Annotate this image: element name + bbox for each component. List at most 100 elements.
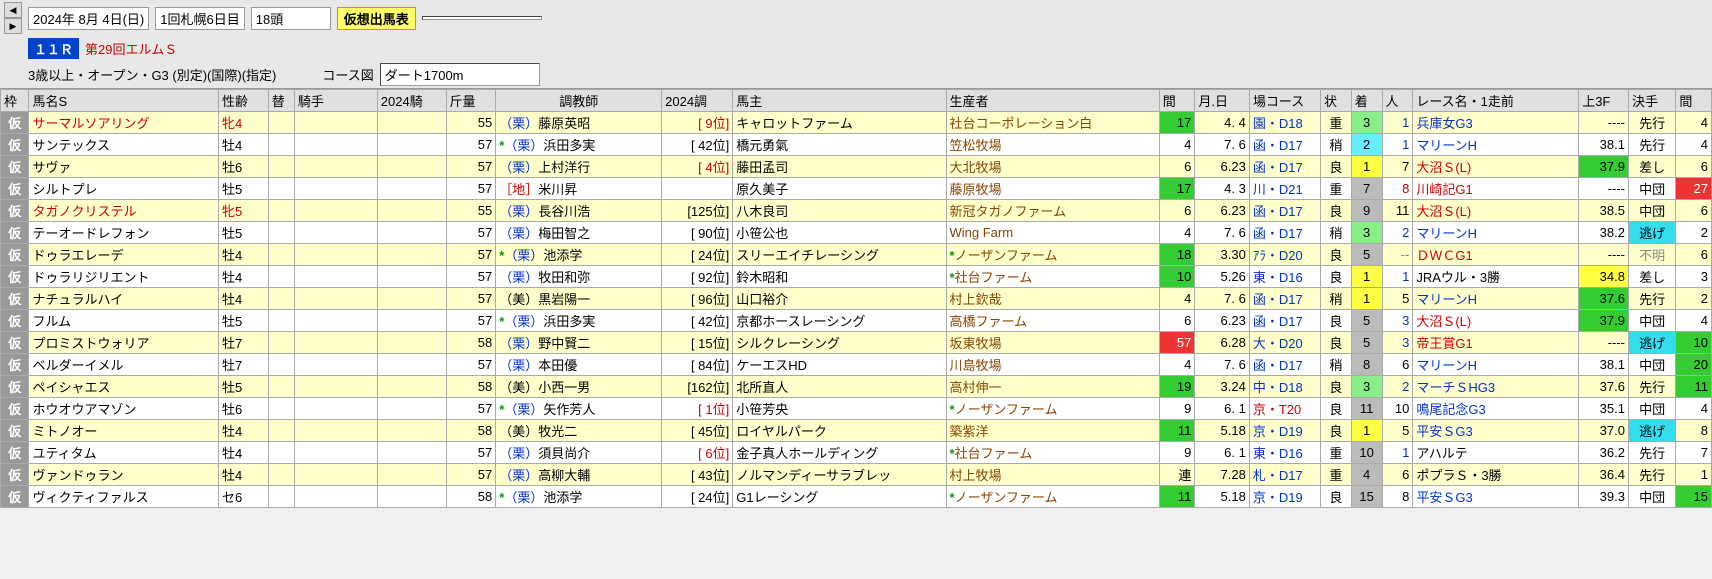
nav-arrows: ◀ ▶ [4, 2, 22, 34]
cell: 6.23 [1195, 200, 1250, 222]
cell: *ノーザンファーム [946, 244, 1159, 266]
cell: 逃げ [1628, 332, 1675, 354]
cell: 函・D17 [1249, 200, 1320, 222]
cell: 重 [1320, 112, 1351, 134]
cell: 八木良司 [733, 200, 946, 222]
table-row[interactable]: 仮サンテックス牡457*（栗）浜田多実[ 42位]橋元勇氣笠松牧場47. 6函・… [1, 134, 1712, 156]
cell: ナチュラルハイ [29, 288, 219, 310]
table-row[interactable]: 仮ミトノオー牡458（美）牧光二[ 45位]ロイヤルパーク築紫洋115.18京・… [1, 420, 1712, 442]
col-date[interactable]: 月.日 [1195, 90, 1250, 112]
col-jockey[interactable]: 騎手 [294, 90, 377, 112]
col-finish[interactable]: 着 [1351, 90, 1382, 112]
table-row[interactable]: 仮ヴィクティファルスセ658*（栗）池添学[ 24位]G1レーシング*ノーザンフ… [1, 486, 1712, 508]
cell: [ 43位] [662, 464, 733, 486]
cell: 57 [1159, 332, 1195, 354]
cell [377, 200, 446, 222]
cell: 函・D17 [1249, 354, 1320, 376]
next-day-button[interactable]: ▶ [4, 18, 22, 34]
cell: *（栗）池添学 [496, 244, 662, 266]
table-row[interactable]: 仮フルム牡557*（栗）浜田多実[ 42位]京都ホースレーシング高橋ファーム66… [1, 310, 1712, 332]
col-trank[interactable]: 2024調 [662, 90, 733, 112]
cell: 37.9 [1579, 310, 1629, 332]
cell: 仮 [1, 156, 29, 178]
cell: 5 [1351, 310, 1382, 332]
cell: 6 [1676, 200, 1712, 222]
cell: 36.4 [1579, 464, 1629, 486]
cell: 中団 [1628, 310, 1675, 332]
cell: [ 6位] [662, 442, 733, 464]
table-row[interactable]: 仮プロミストウォリア牡758（栗）野中賢二[ 15位]シルクレーシング坂東牧場5… [1, 332, 1712, 354]
header: ◀ ▶ 2024年 8月 4日(日) 1回札幌6日目 18頭 仮想出馬表 １１Ｒ… [0, 0, 1712, 89]
col-racename[interactable]: レース名・1走前 [1413, 90, 1579, 112]
cell: 57 [446, 398, 496, 420]
col-cond[interactable]: 状 [1320, 90, 1351, 112]
table-row[interactable]: 仮ベルダーイメル牡757（栗）本田優[ 84位]ケーエスHD川島牧場47. 6函… [1, 354, 1712, 376]
cell: 57 [446, 156, 496, 178]
cell: サンテックス [29, 134, 219, 156]
col-pop[interactable]: 人 [1382, 90, 1413, 112]
cell: 4 [1676, 310, 1712, 332]
table-row[interactable]: 仮サーマルソアリング牝455（栗）藤原英昭[ 9位]キャロットファーム社台コーポ… [1, 112, 1712, 134]
cell [377, 464, 446, 486]
table-row[interactable]: 仮ホウオウアマゾン牡657*（栗）矢作芳人[ 1位]小笹芳央*ノーザンファーム9… [1, 398, 1712, 420]
cell: 1 [1382, 266, 1413, 288]
cell: 良 [1320, 156, 1351, 178]
col-course[interactable]: 場コース [1249, 90, 1320, 112]
cell: 高村伸一 [946, 376, 1159, 398]
cell: 10 [1159, 266, 1195, 288]
cell: 10 [1351, 442, 1382, 464]
course-input[interactable]: ダート1700m [380, 63, 540, 86]
cell: 34.8 [1579, 266, 1629, 288]
cell: 大沼Ｓ(L) [1413, 200, 1579, 222]
meeting-field[interactable]: 1回札幌6日目 [155, 7, 244, 30]
cell: 重 [1320, 178, 1351, 200]
cell: 6.23 [1195, 156, 1250, 178]
col-sexage[interactable]: 性齢 [219, 90, 269, 112]
cell: 兵庫女G3 [1413, 112, 1579, 134]
prev-day-button[interactable]: ◀ [4, 2, 22, 18]
cell: ---- [1579, 178, 1629, 200]
cell: [ 45位] [662, 420, 733, 442]
table-row[interactable]: 仮ヴァンドゥラン牡457（栗）高柳大輔[ 43位]ノルマンディーサラブレッ村上牧… [1, 464, 1712, 486]
table-row[interactable]: 仮ペイシャエス牡558（美）小西一男[162位]北所直人高村伸一193.24中・… [1, 376, 1712, 398]
col-3f[interactable]: 上3F [1579, 90, 1629, 112]
cell: 藤原牧場 [946, 178, 1159, 200]
col-owner[interactable]: 馬主 [733, 90, 946, 112]
cell: シルトプレ [29, 178, 219, 200]
cell: [ 42位] [662, 134, 733, 156]
table-row[interactable]: 仮タガノクリステル牝555（栗）長谷川浩[125位]八木良司新冠タガノファーム6… [1, 200, 1712, 222]
blank-input-1[interactable] [422, 16, 542, 20]
race-conditions: 3歳以上・オープン・G3 (別定)(国際)(指定) [4, 65, 276, 84]
col-name[interactable]: 馬名S [29, 90, 219, 112]
cell: ポプラＳ・3勝 [1413, 464, 1579, 486]
cell: 良 [1320, 420, 1351, 442]
table-row[interactable]: 仮ドゥラリジリエント牡457（栗）牧田和弥[ 92位]鈴木昭和*社台ファーム10… [1, 266, 1712, 288]
cell: 社台コーポレーション白 [946, 112, 1159, 134]
date-field[interactable]: 2024年 8月 4日(日) [28, 7, 149, 30]
cell: 57 [446, 310, 496, 332]
table-row[interactable]: 仮シルトプレ牡557［地］米川昇原久美子藤原牧場174. 3川・D21重78川崎… [1, 178, 1712, 200]
col-weight[interactable]: 斤量 [446, 90, 496, 112]
table-row[interactable]: 仮ユティタム牡457（栗）須貝尚介[ 6位]金子真人ホールディング*社台ファーム… [1, 442, 1712, 464]
cell: 仮 [1, 222, 29, 244]
col-kae[interactable]: 替 [268, 90, 294, 112]
cell: 先行 [1628, 134, 1675, 156]
race-number-badge: １１Ｒ [28, 38, 79, 59]
col-trainer[interactable]: 調教師 [496, 90, 662, 112]
table-row[interactable]: 仮ナチュラルハイ牡457（美）黒岩陽一[ 96位]山口裕介村上欽哉47. 6函・… [1, 288, 1712, 310]
cell [268, 486, 294, 508]
cell: 11 [1676, 376, 1712, 398]
table-row[interactable]: 仮サヴァ牡657（栗）上村洋行[ 4位]藤田孟司大北牧場66.23函・D17良1… [1, 156, 1712, 178]
col-waku[interactable]: 枠 [1, 90, 29, 112]
col-kan2[interactable]: 間 [1676, 90, 1712, 112]
col-breeder[interactable]: 生産者 [946, 90, 1159, 112]
col-kan[interactable]: 間 [1159, 90, 1195, 112]
cell [377, 178, 446, 200]
cell: 6.23 [1195, 310, 1250, 332]
table-row[interactable]: 仮ドゥラエレーデ牡457*（栗）池添学[ 24位]スリーエイチレーシング*ノーザ… [1, 244, 1712, 266]
col-style[interactable]: 決手 [1628, 90, 1675, 112]
col-jrank[interactable]: 2024騎 [377, 90, 446, 112]
cell [377, 244, 446, 266]
table-row[interactable]: 仮テーオードレフォン牡557（栗）梅田智之[ 90位]小笹公也Wing Farm… [1, 222, 1712, 244]
cell: 函・D17 [1249, 222, 1320, 244]
